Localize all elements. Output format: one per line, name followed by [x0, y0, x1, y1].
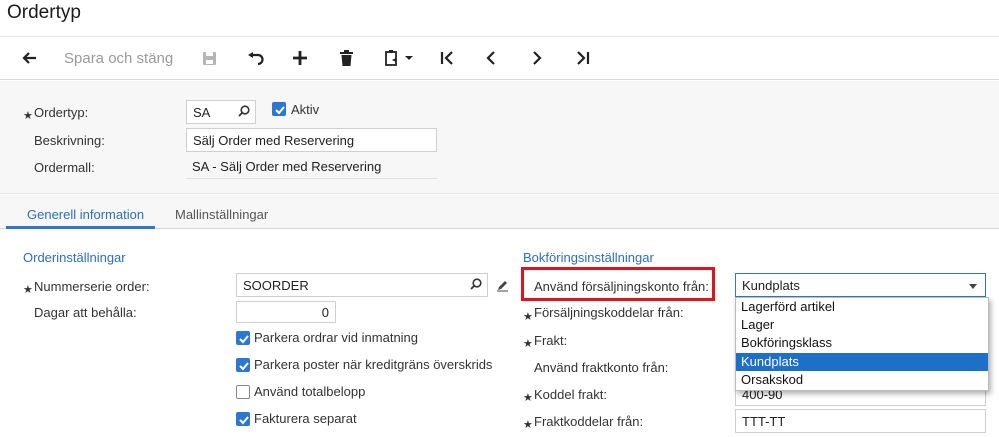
- required-marker: ★: [523, 392, 533, 404]
- edit-pencil-icon[interactable]: [496, 279, 509, 295]
- undo-icon[interactable]: [244, 45, 266, 71]
- fraktkoddelar-label: Fraktkoddelar från:: [534, 414, 644, 429]
- previous-icon[interactable]: [481, 45, 501, 71]
- tab-generell-information[interactable]: Generell information: [27, 207, 144, 222]
- page-title: Ordertyp: [7, 2, 81, 23]
- dropdown-option-lager[interactable]: Lager: [736, 316, 988, 334]
- fakturera-separat-checkbox[interactable]: [236, 412, 250, 426]
- active-tab-indicator: [6, 226, 155, 229]
- nummerserie-label: Nummerserie order:: [34, 279, 150, 294]
- parkera-poster-checkbox[interactable]: [236, 358, 250, 372]
- forsaljningskoddelar-label: Försäljningskoddelar från:: [534, 305, 684, 320]
- dropdown-option-kundplats[interactable]: Kundplats: [736, 352, 988, 371]
- forsaljningskonto-dropdown: Lagerförd artikel Lager Bokföringsklass …: [735, 297, 989, 391]
- beskrivning-label: Beskrivning:: [34, 133, 105, 148]
- fraktkonto-label: Använd fraktkonto från:: [534, 360, 669, 375]
- search-icon[interactable]: [238, 105, 250, 120]
- aktiv-label: Aktiv: [291, 102, 320, 117]
- anvand-totalbelopp-checkbox[interactable]: [236, 385, 250, 399]
- tab-mallinstallningar[interactable]: Mallinställningar: [175, 207, 268, 222]
- ordertyp-label: Ordertyp:: [34, 105, 89, 120]
- ordermall-value: SA - Sälj Order med Reservering: [186, 155, 437, 179]
- parkera-poster-label: Parkera poster när kreditgräns överskrid…: [254, 357, 493, 372]
- frakt-label: Frakt:: [534, 333, 568, 348]
- header-form: ★ Ordertyp: SA Aktiv Beskrivning: Sälj O…: [0, 81, 999, 194]
- section-bokforingsinstallningar: Bokföringsinställningar: [523, 250, 654, 265]
- parkera-ordrar-checkbox[interactable]: [236, 331, 250, 345]
- dropdown-option-orsakskod[interactable]: Orsakskod: [736, 371, 988, 389]
- delete-icon[interactable]: [336, 45, 356, 71]
- aktiv-checkbox[interactable]: [272, 102, 286, 116]
- beskrivning-field[interactable]: Sälj Order med Reservering: [186, 128, 437, 152]
- fakturera-separat-label: Fakturera separat: [254, 411, 357, 426]
- dropdown-option-lagerford-artikel[interactable]: Lagerförd artikel: [736, 298, 988, 316]
- chevron-down-icon[interactable]: [969, 284, 977, 289]
- add-icon[interactable]: [290, 45, 310, 71]
- back-arrow-icon[interactable]: [18, 45, 40, 71]
- copy-paste-icon[interactable]: [382, 45, 416, 71]
- save-icon[interactable]: [199, 45, 219, 71]
- dagar-label: Dagar att behålla:: [34, 305, 137, 320]
- section-orderinstallningar: Orderinställningar: [23, 250, 126, 265]
- anvand-forsaljningskonto-label: Använd försäljningskonto från:: [534, 279, 709, 294]
- ordermall-label: Ordermall:: [34, 160, 95, 175]
- tab-bar: Generell information Mallinställningar: [0, 195, 999, 229]
- parkera-ordrar-label: Parkera ordrar vid inmatning: [254, 330, 419, 345]
- last-record-icon[interactable]: [573, 45, 593, 71]
- ordertyp-field[interactable]: SA: [186, 100, 256, 124]
- koddel-frakt-label: Koddel frakt:: [534, 387, 607, 402]
- nummerserie-field[interactable]: SOORDER: [236, 273, 488, 297]
- dropdown-option-bokforingsklass[interactable]: Bokföringsklass: [736, 334, 988, 352]
- search-icon[interactable]: [470, 278, 482, 293]
- next-icon[interactable]: [527, 45, 547, 71]
- anvand-totalbelopp-label: Använd totalbelopp: [254, 384, 366, 399]
- required-marker: ★: [23, 110, 33, 122]
- first-record-icon[interactable]: [437, 45, 457, 71]
- required-marker: ★: [523, 311, 533, 323]
- save-close-button[interactable]: Spara och stäng: [64, 45, 173, 71]
- toolbar: Spara och stäng: [0, 36, 999, 80]
- required-marker: ★: [523, 338, 533, 350]
- fraktkoddelar-field[interactable]: TTT-TT: [735, 409, 986, 433]
- dagar-field[interactable]: 0: [236, 301, 336, 323]
- required-marker: ★: [523, 419, 533, 431]
- required-marker: ★: [23, 284, 33, 296]
- forsaljningskonto-select[interactable]: Kundplats: [735, 273, 986, 297]
